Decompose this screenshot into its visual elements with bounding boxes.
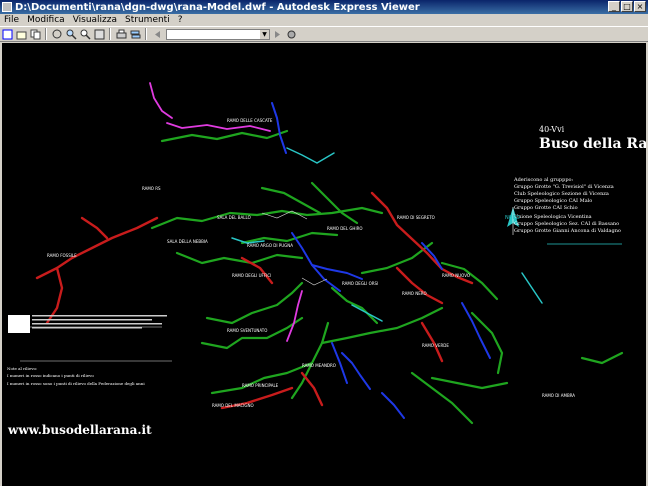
menu-help[interactable]: ? (174, 15, 187, 25)
window-title: D:\Documenti\rana\dgn-dwg\rana-Model.dwf… (15, 1, 420, 13)
cave-survey-map (8, 82, 624, 425)
layers-icon[interactable] (129, 28, 141, 40)
toolbar-separator (145, 28, 147, 40)
map-label: RAMO SVENTUNATO (227, 328, 268, 333)
notes-line: I numeri in rosso indicano i punti di ri… (7, 373, 94, 378)
fit-view-icon[interactable] (1, 28, 13, 40)
settings-icon[interactable] (285, 28, 297, 40)
map-label: RAMO DEL MACIGNO (212, 403, 254, 408)
map-label: RAMO DI AMBRA (542, 393, 576, 398)
credits-heading: Aderiscono al grupppo: (514, 177, 574, 183)
open-icon[interactable] (15, 28, 27, 40)
title-bar: D:\Documenti\rana\dgn-dwg\rana-Model.dwf… (0, 0, 648, 14)
back-icon[interactable] (151, 28, 163, 40)
app-icon (2, 2, 12, 12)
close-button[interactable]: × (634, 1, 646, 12)
map-label: RAMO MEANDRO (302, 363, 336, 368)
footer-line: I numeri in rosso sono i punti di riliev… (7, 381, 145, 386)
map-label: RAMO DI SEGRETO (397, 215, 435, 220)
menu-modifica[interactable]: Modifica (23, 15, 69, 25)
toolbar: ▼ (0, 26, 648, 42)
credit-line: Club Speleologico Sezione di Vicenza (514, 191, 609, 197)
menu-file[interactable]: File (0, 15, 23, 25)
copy-icon[interactable] (29, 28, 41, 40)
minimize-button[interactable]: _ (608, 1, 620, 12)
credit-line: Gruppo Grotte CAI Schio (514, 205, 578, 211)
legend-block (8, 315, 167, 333)
drawing-canvas[interactable]: 40-Vvi Buso della Rana Aderiscono al gru… (2, 43, 646, 486)
zoom-icon[interactable] (79, 28, 91, 40)
map-label: RAMO ARGO DI PUGNA (247, 243, 293, 248)
map-label: RAMO NUOVO (442, 273, 471, 278)
pan-icon[interactable] (51, 28, 63, 40)
map-label: RAMO DELLE CASCATE (227, 118, 273, 123)
map-label: RAMO NERO (402, 291, 427, 296)
map-label: SALA DELLA NEBBIA (167, 239, 208, 244)
credit-line: Gruppo Grotte Gianni Ancona di Valdagno (514, 228, 621, 234)
views-select[interactable]: ▼ (166, 28, 270, 40)
zoom-window-icon[interactable] (65, 28, 77, 40)
toolbar-separator (45, 28, 47, 40)
map-label: RAMO DEL GHIRO (327, 226, 363, 231)
forward-icon[interactable] (271, 28, 283, 40)
credit-line: Gruppo Grotte "G. Trevisiol" di Vicenza (514, 184, 614, 190)
notes-title: Note al rilievo: (7, 366, 38, 371)
menu-bar: File Modifica Visualizza Strumenti ? (0, 14, 648, 26)
toolbar-separator (109, 28, 111, 40)
cave-name: Buso della Rana (539, 136, 646, 152)
menu-visualizza[interactable]: Visualizza (69, 15, 121, 25)
map-label: RAMO PRINCIPALE (242, 383, 279, 388)
map-label: RAMO VERDE (422, 343, 449, 348)
chevron-down-icon[interactable]: ▼ (260, 29, 269, 39)
map-label: RAMO DEGLI ORSI (342, 281, 379, 286)
maximize-button[interactable]: □ (621, 1, 633, 12)
credit-line: Unione Speleologica Vicentina (514, 214, 592, 220)
map-label: SALA DEL BALLO (217, 215, 251, 220)
website-link[interactable]: www.busodellarana.it (8, 423, 152, 437)
print-icon[interactable] (115, 28, 127, 40)
map-label: RAMO RS (142, 186, 161, 191)
credit-line: Gruppo Speleologico CAI Malo (514, 198, 593, 204)
zoom-extents-icon[interactable] (93, 28, 105, 40)
sheet-number: 40-Vvi (539, 125, 565, 134)
map-label: RAMO FOSSILE (47, 253, 77, 258)
credit-line: Gruppo Speleologico Sez. CAI di Bassano (514, 221, 620, 227)
menu-strumenti[interactable]: Strumenti (121, 15, 174, 25)
window-controls: _ □ × (608, 1, 646, 12)
north-label: NORD (505, 215, 520, 221)
map-label: RAMO DEGLI UFFICI (232, 273, 272, 278)
